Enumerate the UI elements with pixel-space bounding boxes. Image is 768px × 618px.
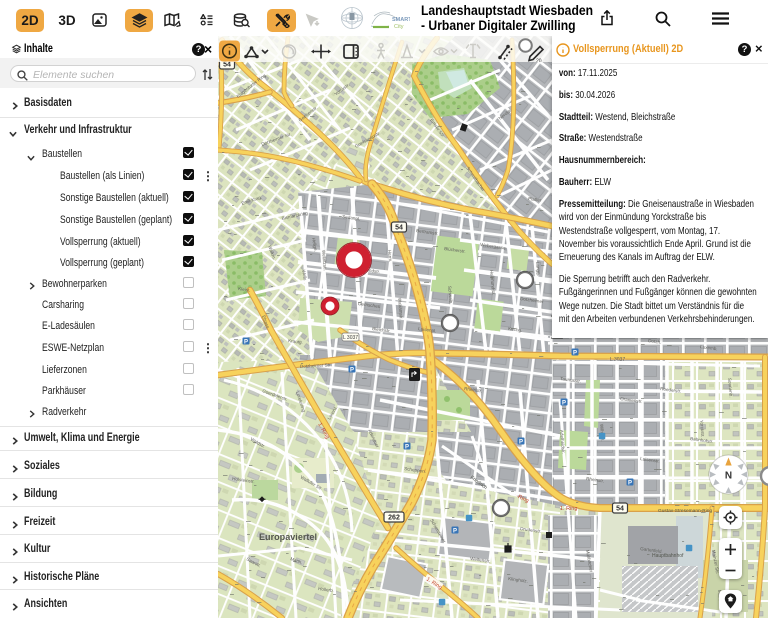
svg-text:City: City	[394, 24, 404, 30]
svg-text:SMART: SMART	[392, 17, 410, 23]
svg-text:20: 20	[536, 59, 542, 63]
svg-text:N: N	[725, 471, 732, 482]
